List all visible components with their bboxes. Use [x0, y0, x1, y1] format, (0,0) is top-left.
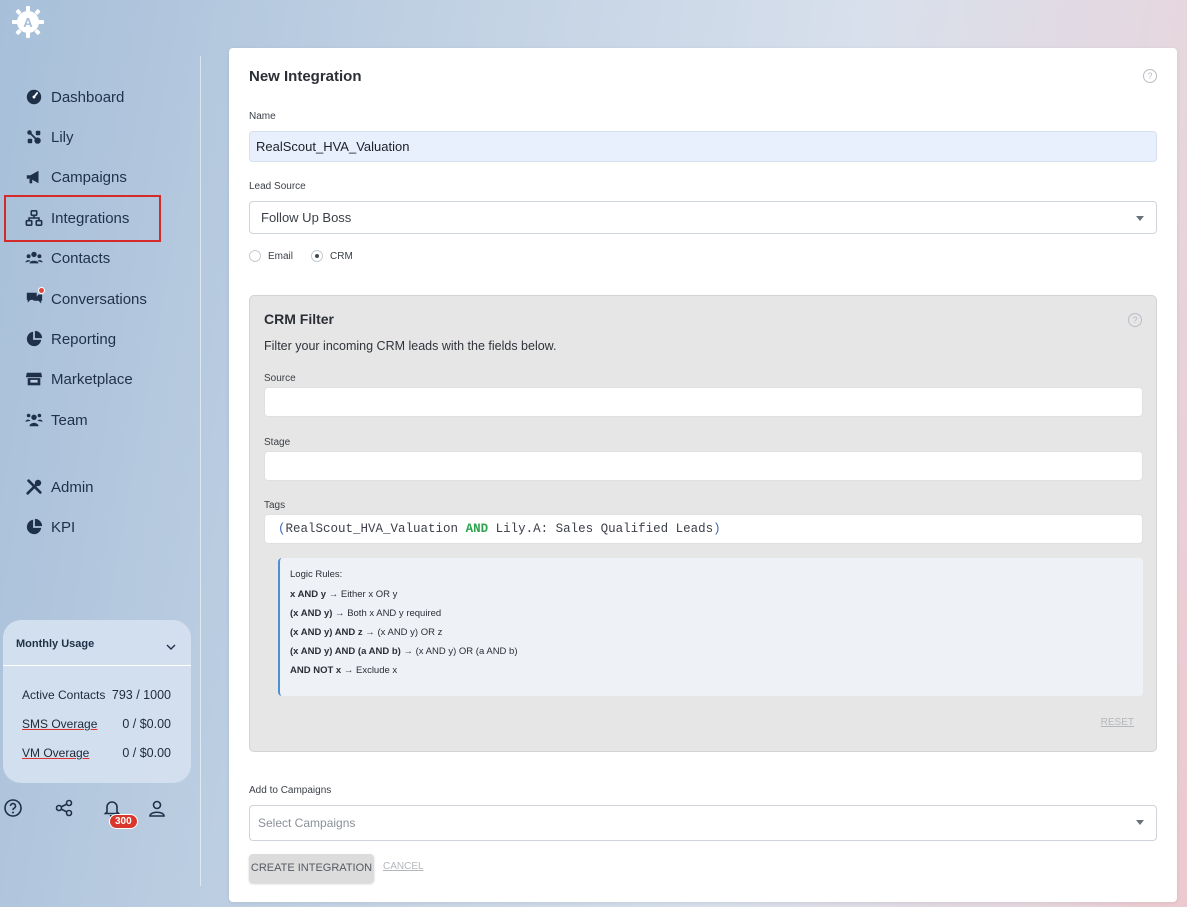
- caret-down-icon: [1136, 216, 1144, 221]
- campaigns-select[interactable]: Select Campaigns: [249, 805, 1157, 841]
- chevron-down-icon[interactable]: [165, 640, 177, 652]
- notification-badge: 300: [109, 814, 138, 829]
- help-icon[interactable]: [3, 798, 25, 820]
- new-integration-card: New Integration ? Name RealScout_HVA_Val…: [229, 48, 1177, 902]
- logic-rule: (x AND y) AND z → (x AND y) OR z: [290, 627, 443, 638]
- sidebar-item-team[interactable]: Team: [24, 405, 88, 435]
- radio-email-label: Email: [268, 250, 294, 262]
- campaigns-placeholder: Select Campaigns: [258, 816, 356, 830]
- app-logo[interactable]: A: [10, 4, 46, 40]
- pie-chart-icon: [24, 329, 44, 349]
- sidebar-item-admin[interactable]: Admin: [24, 472, 94, 502]
- sidebar-item-campaigns[interactable]: Campaigns: [24, 162, 127, 192]
- sidebar-item-label: Reporting: [51, 330, 117, 348]
- sidebar-item-conversations[interactable]: Conversations: [24, 284, 147, 314]
- radio-crm-label: CRM: [330, 250, 353, 262]
- vm-overage-link[interactable]: VM Overage: [22, 746, 89, 760]
- stage-label: Stage: [264, 437, 291, 448]
- sidebar-item-label: Marketplace: [51, 370, 133, 388]
- sidebar-item-label: Campaigns: [51, 168, 127, 186]
- usage-row-sms-overage: SMS Overage 0 / $0.00: [22, 717, 171, 731]
- lead-source-select[interactable]: Follow Up Boss: [249, 201, 1157, 234]
- sidebar-footer: [0, 798, 200, 824]
- sidebar-item-label: Admin: [51, 478, 94, 496]
- usage-divider: [3, 665, 191, 666]
- tags-term: Lily.A: Sales Qualified Leads: [495, 522, 714, 536]
- team-icon: [24, 410, 44, 430]
- create-integration-button[interactable]: CREATE INTEGRATION: [249, 854, 374, 883]
- logic-rules-heading: Logic Rules:: [290, 569, 343, 580]
- sidebar-item-dashboard[interactable]: Dashboard: [24, 82, 124, 112]
- sms-overage-link[interactable]: SMS Overage: [22, 717, 97, 731]
- source-type-radios: Email CRM: [249, 250, 353, 262]
- gauge-icon: [24, 87, 44, 107]
- usage-title: Monthly Usage: [16, 638, 95, 650]
- megaphone-icon: [24, 167, 44, 187]
- tags-open-paren: (: [278, 522, 286, 536]
- share-icon[interactable]: [54, 798, 76, 820]
- help-icon[interactable]: ?: [1143, 69, 1157, 83]
- reset-button[interactable]: RESET: [1101, 717, 1134, 728]
- sidebar-item-marketplace[interactable]: Marketplace: [24, 364, 133, 394]
- sidebar-item-label: Conversations: [51, 290, 147, 308]
- crm-filter-description: Filter your incoming CRM leads with the …: [264, 339, 557, 353]
- crm-filter-panel: CRM Filter ? Filter your incoming CRM le…: [249, 295, 1157, 752]
- radio-email[interactable]: [249, 250, 261, 262]
- help-icon[interactable]: ?: [1128, 313, 1142, 327]
- users-icon: [24, 248, 44, 268]
- sidebar-item-label: Contacts: [51, 249, 111, 267]
- name-input[interactable]: RealScout_HVA_Valuation: [249, 131, 1157, 162]
- sidebar-item-contacts[interactable]: Contacts: [24, 243, 110, 273]
- usage-row-active-contacts: Active Contacts 793 / 1000: [22, 688, 171, 702]
- crm-filter-title: CRM Filter: [264, 311, 334, 327]
- tags-input[interactable]: (RealScout_HVA_Valuation AND Lily.A: Sal…: [264, 514, 1143, 544]
- sidebar-item-label: KPI: [51, 518, 76, 536]
- robot-icon: [24, 127, 44, 147]
- usage-row-vm-overage: VM Overage 0 / $0.00: [22, 746, 171, 760]
- source-label: Source: [264, 373, 296, 384]
- cancel-button[interactable]: CANCEL: [383, 861, 424, 872]
- notification-dot: [38, 287, 45, 294]
- sidebar-item-label: Lily: [51, 128, 74, 146]
- tags-close-paren: ): [713, 522, 721, 536]
- user-icon[interactable]: [147, 798, 169, 820]
- logic-rule: (x AND y) AND (a AND b) → (x AND y) OR (…: [290, 646, 518, 657]
- svg-text:A: A: [23, 15, 33, 30]
- sidebar-item-kpi[interactable]: KPI: [24, 512, 75, 542]
- tools-icon: [24, 477, 44, 497]
- radio-crm[interactable]: [311, 250, 324, 262]
- logic-rules-box: Logic Rules: x AND y → Either x OR y (x …: [278, 558, 1143, 696]
- lead-source-value: Follow Up Boss: [261, 210, 352, 225]
- logic-rule: (x AND y) → Both x AND y required: [290, 608, 442, 619]
- active-item-highlight: [4, 195, 161, 242]
- tags-term: RealScout_HVA_Valuation: [285, 522, 459, 536]
- name-label: Name: [249, 111, 276, 122]
- logic-rule: AND NOT x → Exclude x: [290, 665, 398, 676]
- page-title: New Integration: [249, 68, 362, 85]
- pie-chart-icon: [24, 517, 44, 537]
- sidebar-item-label: Dashboard: [51, 88, 125, 106]
- source-input[interactable]: [264, 387, 1143, 417]
- logic-rule: x AND y → Either x OR y: [290, 589, 398, 600]
- sidebar-divider: [200, 56, 201, 886]
- stage-input[interactable]: [264, 451, 1143, 481]
- caret-down-icon: [1136, 820, 1144, 825]
- sidebar-item-lily[interactable]: Lily: [24, 122, 74, 152]
- monthly-usage-panel: Monthly Usage Active Contacts 793 / 1000…: [3, 620, 191, 783]
- tags-label: Tags: [264, 500, 286, 511]
- tags-operator: AND: [465, 522, 489, 536]
- campaigns-label: Add to Campaigns: [249, 785, 332, 796]
- chat-icon: [24, 287, 45, 309]
- store-icon: [24, 369, 44, 389]
- lead-source-label: Lead Source: [249, 181, 306, 192]
- sidebar-item-label: Team: [51, 411, 88, 429]
- sidebar-item-reporting[interactable]: Reporting: [24, 324, 116, 354]
